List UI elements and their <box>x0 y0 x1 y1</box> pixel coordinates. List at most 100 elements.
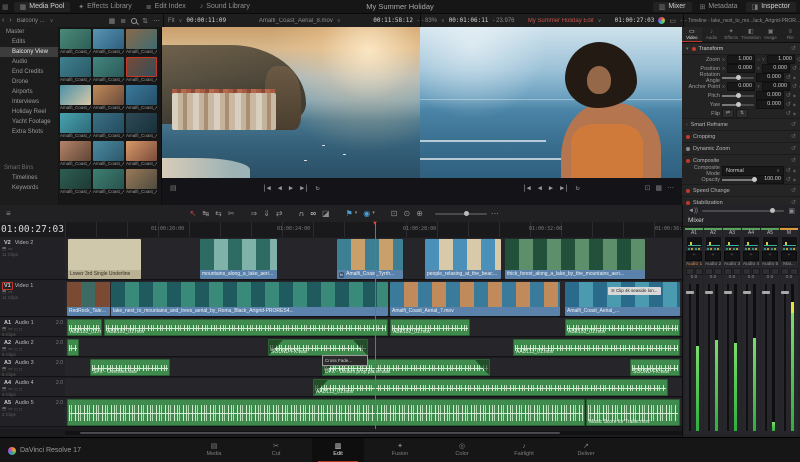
mute-button[interactable] <box>742 268 751 275</box>
media-clip[interactable]: Amalfi_Coast_A... <box>126 85 157 111</box>
media-clip[interactable]: Amalfi_Coast_A... <box>60 57 91 83</box>
fader-handle[interactable] <box>705 291 713 294</box>
media-clip[interactable]: Amalfi_Coast_A... <box>126 113 157 139</box>
reset-icon[interactable]: ↺ <box>792 83 797 90</box>
slider-handle[interactable] <box>751 177 757 182</box>
media-clip[interactable]: Amalfi_Coast_A... <box>93 141 124 167</box>
replace-clip-icon[interactable]: ⇄ <box>276 205 283 222</box>
list-view-icon[interactable]: ≣ <box>120 17 126 25</box>
solo-button[interactable] <box>732 268 741 275</box>
track-header-a4[interactable]: A4 Audio 4 2.0 ⬒ ▭ □ □ 3 Clips <box>0 378 65 397</box>
bin-item-drone[interactable]: Drone <box>0 77 58 87</box>
track-lane-v1[interactable]: RedRock_Talent_3...lake_next_to_mountain… <box>65 281 682 317</box>
value-field[interactable]: 0.000 <box>755 73 784 82</box>
bin-item-yacht-footage[interactable]: Yacht Footage <box>0 117 58 127</box>
timeline-clip-video[interactable]: Amalfi_Coast_Aerial_7.mov <box>390 282 560 316</box>
media-clip[interactable]: Amalfi_Coast_A... <box>60 113 91 139</box>
fader-handle[interactable] <box>686 291 694 294</box>
cropping-toggle[interactable] <box>686 134 690 139</box>
monitor-options-icon[interactable]: ▣ <box>788 207 795 215</box>
page-button-edit[interactable]: ▥ Edit <box>312 438 364 462</box>
timeline-clip-video[interactable]: mountains_along_a_lake_aerial_by_Roma... <box>200 239 277 279</box>
media-clip[interactable]: Amalfi_Coast_A... <box>60 29 91 55</box>
reset-icon[interactable]: ↺ <box>791 145 796 152</box>
zoom-fit-icon[interactable]: ⊙ <box>404 205 411 222</box>
sort-icon[interactable]: ⇅ <box>142 17 148 25</box>
mixer-strip-a3[interactable]: A3 + Audio 3 0.0 <box>723 228 741 434</box>
bin-selector[interactable]: Balcony ... <box>17 18 45 24</box>
timeline-clip-audio[interactable]: ABE102_01.mov <box>565 319 680 336</box>
composite-mode-select[interactable]: Normal ∨ <box>722 165 784 176</box>
source-scale-select[interactable]: Fit <box>168 18 175 24</box>
link-icon[interactable]: ∞ <box>757 57 760 62</box>
media-clip[interactable]: Amalfi_Coast_A... <box>126 57 157 83</box>
mute-button[interactable] <box>704 268 713 275</box>
flip-vertical-button[interactable]: ⇅ <box>736 109 748 118</box>
zoom-slider-handle[interactable] <box>463 211 469 216</box>
reset-icon[interactable]: ↺ <box>791 121 796 128</box>
keyframe-icon[interactable]: ◆ <box>793 168 796 173</box>
value-field[interactable]: 0.000 <box>755 100 784 109</box>
search-icon[interactable] <box>131 17 138 24</box>
solo-button[interactable]: □ <box>15 387 18 392</box>
slider-handle[interactable] <box>735 93 741 98</box>
timeline-clip-audio[interactable]: ABE102_01.mov <box>67 319 102 336</box>
inspector-button[interactable]: ◨ Inspector <box>745 1 796 12</box>
value-field[interactable]: 0.000 <box>762 82 791 91</box>
slider[interactable] <box>722 177 757 182</box>
slider[interactable] <box>722 75 754 80</box>
bin-item-edits[interactable]: Edits <box>0 37 58 47</box>
go-first-icon[interactable]: |◀ <box>262 184 270 192</box>
custom-zoom-icon[interactable]: ⊡ <box>391 205 398 222</box>
blade-edit-mode-icon[interactable]: ✂ <box>228 205 235 222</box>
media-clip[interactable]: Amalfi_Coast_A... <box>93 113 124 139</box>
value-field[interactable]: 0.000 <box>727 64 756 73</box>
bin-item-extra-shots[interactable]: Extra Shots <box>0 127 58 137</box>
source-clip-select[interactable]: Amalfi_Coast_Aerial_8.mov <box>259 18 333 24</box>
reset-icon[interactable]: ↺ <box>786 176 791 183</box>
step-forward-icon[interactable]: ▶| <box>300 184 308 192</box>
solo-button[interactable]: □ <box>15 327 18 332</box>
media-clip[interactable]: Amalfi_Coast_A... <box>126 29 157 55</box>
solo-button[interactable] <box>789 268 798 275</box>
fade-out-handle[interactable] <box>353 340 367 355</box>
mixer-strip-a1[interactable]: A1 + Audio 1 0.0 <box>685 228 703 434</box>
reset-icon[interactable]: ↺ <box>791 157 796 164</box>
play-icon[interactable]: ▶ <box>289 184 293 192</box>
reset-icon[interactable]: ↺ <box>791 187 796 194</box>
more-icon[interactable]: ⋯ <box>153 17 160 25</box>
track-header-a5[interactable]: A5 Audio 5 2.0 ⬒ ▭ □ □ 2 Clips <box>0 398 65 427</box>
solo-button[interactable]: □ <box>15 407 18 412</box>
timeline-options-icon[interactable]: ≡ <box>0 205 17 222</box>
mute-button[interactable]: □ <box>19 347 22 352</box>
media-clip[interactable]: Amalfi_Coast_A... <box>60 169 91 195</box>
timeline-clip-audio[interactable]: AAD113_01.mov <box>313 379 668 396</box>
bin-item-end-credits[interactable]: End Credits <box>0 67 58 77</box>
strip-pan-box[interactable]: + <box>743 251 759 261</box>
tab-transition[interactable]: ◧ Transition <box>741 27 761 42</box>
crossfade-transition[interactable]: Cross Fade... <box>322 355 368 366</box>
bin-item-holiday-reel[interactable]: Holiday Reel <box>0 107 58 117</box>
mute-button[interactable]: □ <box>19 407 22 412</box>
timeline-clip-video[interactable]: lake_next_to_mountains_and_trees_aerial_… <box>111 282 388 316</box>
step-back-icon[interactable]: ◀ <box>538 184 542 192</box>
solo-button[interactable] <box>713 268 722 275</box>
trim-edit-mode-icon[interactable]: ↹ <box>202 205 209 222</box>
media-clip[interactable]: Amalfi_Coast_A... <box>93 29 124 55</box>
value-field[interactable]: 0.000 <box>762 64 791 73</box>
viewer-more-icon[interactable]: ⋯ <box>667 184 674 192</box>
timeline-zoom-select[interactable]: 83% <box>425 18 437 24</box>
transform-toggle[interactable] <box>691 46 696 51</box>
bin-item-airports[interactable]: Airports <box>0 87 58 97</box>
flag-icon[interactable]: ⚑ <box>346 205 353 222</box>
page-button-deliver[interactable]: ↗ Deliver <box>560 438 612 462</box>
track-header-a3[interactable]: A3 Audio 3 2.0 ⬒ ▭ □ □ 6 Clips <box>0 358 65 377</box>
timeline-select[interactable]: My Summer Holiday Edit <box>528 18 594 24</box>
strip-fader[interactable] <box>742 281 760 434</box>
transform-section-header[interactable]: ▾ Transform ↺ <box>682 43 800 55</box>
strip-eq-display[interactable] <box>762 237 778 247</box>
mute-button[interactable]: □ <box>19 327 22 332</box>
strip-eq-display[interactable] <box>724 237 740 247</box>
timeline-clip-audio[interactable]: SOUND-FX.wav <box>268 339 368 356</box>
fade-out-handle[interactable] <box>475 360 489 375</box>
